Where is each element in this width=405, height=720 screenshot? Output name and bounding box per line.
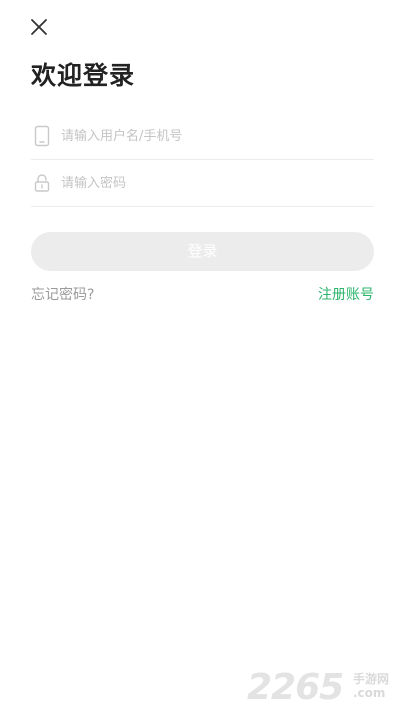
username-input[interactable] [61, 113, 361, 159]
watermark-logo: 2265 手游网 .com [247, 666, 397, 710]
password-field[interactable] [31, 160, 374, 207]
watermark-domain-text: .com [353, 686, 386, 700]
password-input[interactable] [61, 160, 361, 206]
page-title: 欢迎登录 [31, 61, 136, 90]
phone-icon [34, 125, 50, 147]
watermark-cn-text: 手游网 [353, 672, 390, 686]
register-link[interactable]: 注册账号 [318, 284, 374, 304]
close-button[interactable] [26, 14, 52, 40]
login-button[interactable]: 登录 [31, 232, 374, 271]
forgot-password-link[interactable]: 忘记密码? [31, 284, 94, 304]
close-icon[interactable] [26, 14, 52, 40]
lock-icon [34, 172, 50, 194]
username-field[interactable] [31, 113, 374, 160]
watermark-number: 2265 [247, 667, 344, 708]
